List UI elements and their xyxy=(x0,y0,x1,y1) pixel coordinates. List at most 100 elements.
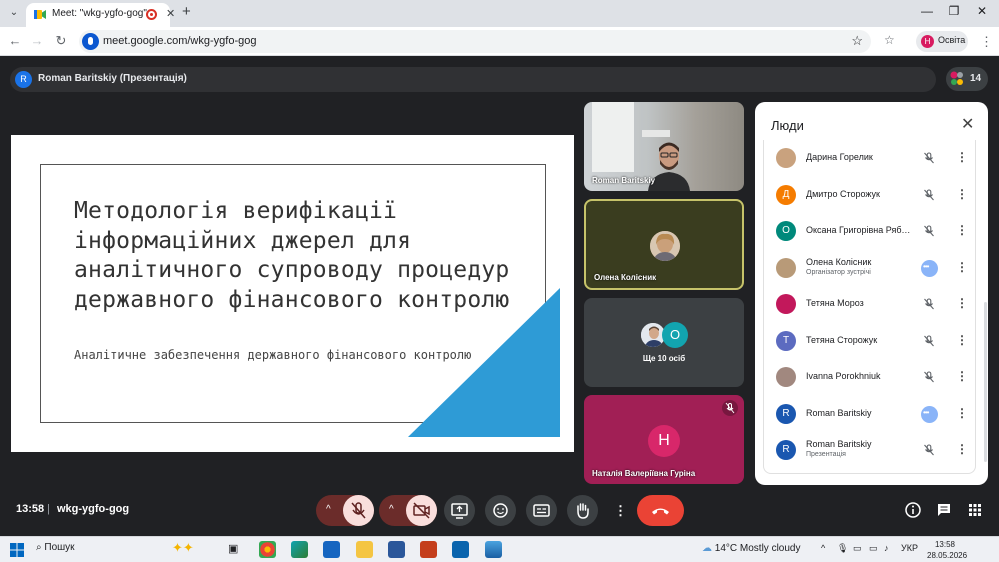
video-tile-roman[interactable]: Roman Baritskiy xyxy=(584,102,744,191)
back-arrow-icon[interactable]: ← xyxy=(6,33,24,48)
audio-options-chevron-icon[interactable]: ^ xyxy=(326,504,331,515)
tray-camera-icon[interactable]: ▭ xyxy=(853,543,862,554)
participant-more-options-icon[interactable]: ⋮ xyxy=(956,260,968,274)
participant-avatar: R xyxy=(776,403,796,424)
mic-muted-icon[interactable] xyxy=(922,370,936,384)
video-tile-olena[interactable]: Олена Колісник xyxy=(584,199,744,290)
participant-row[interactable]: Дарина Горелик ⋮ xyxy=(764,140,977,176)
copilot-sparkle-icon[interactable]: ✦✦ xyxy=(172,540,194,556)
leave-call-button[interactable] xyxy=(637,495,684,526)
participant-role: Організатор зустрічі xyxy=(806,268,871,276)
taskbar-clock[interactable]: 13:58 28.05.2026 xyxy=(927,539,967,561)
participant-more-options-icon[interactable]: ⋮ xyxy=(956,442,968,456)
participant-row[interactable]: R Roman Baritskiy ⋮ xyxy=(764,396,977,432)
browser-menu-icon[interactable]: ⋮ xyxy=(980,34,993,50)
reload-icon[interactable]: ↻ xyxy=(52,33,70,49)
participant-row[interactable]: Д Дмитро Сторожук ⋮ xyxy=(764,177,977,213)
photos-taskbar-icon[interactable] xyxy=(485,541,502,558)
tile-label: Roman Baritskiy xyxy=(592,176,656,185)
battery-icon[interactable]: ▭ xyxy=(869,543,878,554)
url-text[interactable]: meet.google.com/wkg-ygfo-gog xyxy=(103,35,256,47)
mic-muted-icon[interactable] xyxy=(922,224,936,238)
clock-separator: | xyxy=(47,503,50,515)
profile-button[interactable]: Н Освіта xyxy=(916,31,968,52)
mic-toggle-button[interactable] xyxy=(343,495,374,526)
captions-button[interactable] xyxy=(526,495,557,526)
window-close-icon[interactable]: ✕ xyxy=(972,4,992,18)
presenter-bar: R Roman Baritskiy (Презентація) xyxy=(10,67,936,92)
keyboard-language[interactable]: УКР xyxy=(901,543,918,553)
participant-more-options-icon[interactable]: ⋮ xyxy=(956,296,968,310)
task-view-icon[interactable]: ▣ xyxy=(228,542,238,555)
participant-more-options-icon[interactable]: ⋮ xyxy=(956,333,968,347)
mic-muted-icon[interactable] xyxy=(922,443,936,457)
chat-icon[interactable] xyxy=(935,501,953,519)
mic-muted-icon[interactable] xyxy=(922,334,936,348)
panel-close-icon[interactable]: ✕ xyxy=(961,114,974,134)
more-options-icon[interactable]: ⋮ xyxy=(614,503,627,519)
windows-start-icon[interactable] xyxy=(10,543,24,557)
raise-hand-button[interactable] xyxy=(567,495,598,526)
participant-role: Презентація xyxy=(806,451,846,458)
tab-close-icon[interactable]: ✕ xyxy=(166,7,175,20)
participant-more-options-icon[interactable]: ⋮ xyxy=(956,369,968,383)
extensions-icon[interactable]: ☆ xyxy=(884,33,895,47)
file-explorer-taskbar-icon[interactable] xyxy=(356,541,373,558)
tab-list-chevron-icon[interactable]: ⌄ xyxy=(6,5,22,21)
participant-more-options-icon[interactable]: ⋮ xyxy=(956,150,968,164)
video-tile-more-people[interactable]: О Ще 10 осіб xyxy=(584,298,744,387)
speaking-indicator-icon xyxy=(921,259,938,277)
browser-tab-meet[interactable]: Meet: "wkg-ygfo-gog" ✕ xyxy=(26,3,175,27)
participant-avatar xyxy=(776,148,796,168)
participant-avatar: R xyxy=(776,440,796,460)
participant-avatar: Н xyxy=(648,425,680,457)
participant-name: Олена Колісник xyxy=(806,256,872,267)
activities-grid-icon[interactable] xyxy=(966,501,984,519)
camera-toggle-button[interactable] xyxy=(406,495,437,526)
video-tile-natalia[interactable]: Н Наталія Валеріївна Гуріна xyxy=(584,395,744,484)
participant-row[interactable]: Олена КолісникОрганізатор зустрічі ⋮ xyxy=(764,250,977,286)
participant-row[interactable]: Ivanna Porokhniuk ⋮ xyxy=(764,359,977,395)
raise-hand-icon xyxy=(577,503,589,519)
site-mic-icon[interactable] xyxy=(82,33,99,50)
powerpoint-taskbar-icon[interactable] xyxy=(420,541,437,558)
participant-row[interactable]: Тетяна Мороз ⋮ xyxy=(764,286,977,322)
participant-name: Roman Baritskiy xyxy=(806,439,872,449)
participant-avatar xyxy=(776,294,796,314)
presenter-avatar: R xyxy=(15,71,32,88)
window-restore-icon[interactable]: ❐ xyxy=(944,4,964,18)
weather-widget[interactable]: ☁ 14°C Mostly cloudy xyxy=(702,543,800,554)
edge-taskbar-icon[interactable] xyxy=(291,541,308,558)
window-minimize-icon[interactable]: — xyxy=(917,4,937,18)
present-screen-button[interactable] xyxy=(444,495,475,526)
taskbar-search[interactable]: ⌕ Пошук xyxy=(36,542,75,553)
volume-icon[interactable]: ♪ xyxy=(884,543,889,553)
word-taskbar-icon[interactable] xyxy=(388,541,405,558)
people-list-scrollbar[interactable] xyxy=(984,302,987,462)
video-options-chevron-icon[interactable]: ^ xyxy=(389,504,394,515)
store-taskbar-icon[interactable] xyxy=(323,541,340,558)
emoji-reactions-button[interactable] xyxy=(485,495,516,526)
people-count-button[interactable]: 14 xyxy=(946,67,988,91)
chrome-taskbar-icon[interactable] xyxy=(259,541,276,558)
tab-title: Meet: "wkg-ygfo-gog" xyxy=(52,8,147,19)
taskbar-time: 13:58 xyxy=(934,540,956,549)
mic-muted-icon[interactable] xyxy=(922,188,936,202)
participant-more-options-icon[interactable]: ⋮ xyxy=(956,187,968,201)
participant-more-options-icon[interactable]: ⋮ xyxy=(956,406,968,420)
tray-mic-icon[interactable]: 🎙 xyxy=(837,543,848,554)
panel-title: Люди xyxy=(771,118,804,133)
tray-chevron-icon[interactable]: ^ xyxy=(821,543,825,553)
outlook-taskbar-icon[interactable] xyxy=(452,541,469,558)
forward-arrow-icon[interactable]: → xyxy=(28,33,46,48)
participant-row[interactable]: R Roman Baritskiy Презентація ⋮ xyxy=(764,432,977,468)
participant-more-options-icon[interactable]: ⋮ xyxy=(956,223,968,237)
bookmark-star-icon[interactable]: ☆ xyxy=(851,33,863,49)
new-tab-plus-icon[interactable]: + xyxy=(182,3,191,20)
participant-row[interactable]: Т Тетяна Сторожук ⋮ xyxy=(764,323,977,359)
mic-muted-icon[interactable] xyxy=(922,151,936,165)
participant-row[interactable]: О Оксана Григорівна Рябенко ⋮ xyxy=(764,213,977,249)
address-bar[interactable]: meet.google.com/wkg-ygfo-gog ☆ xyxy=(79,30,871,53)
mic-muted-icon[interactable] xyxy=(922,297,936,311)
meeting-info-icon[interactable] xyxy=(904,501,922,519)
